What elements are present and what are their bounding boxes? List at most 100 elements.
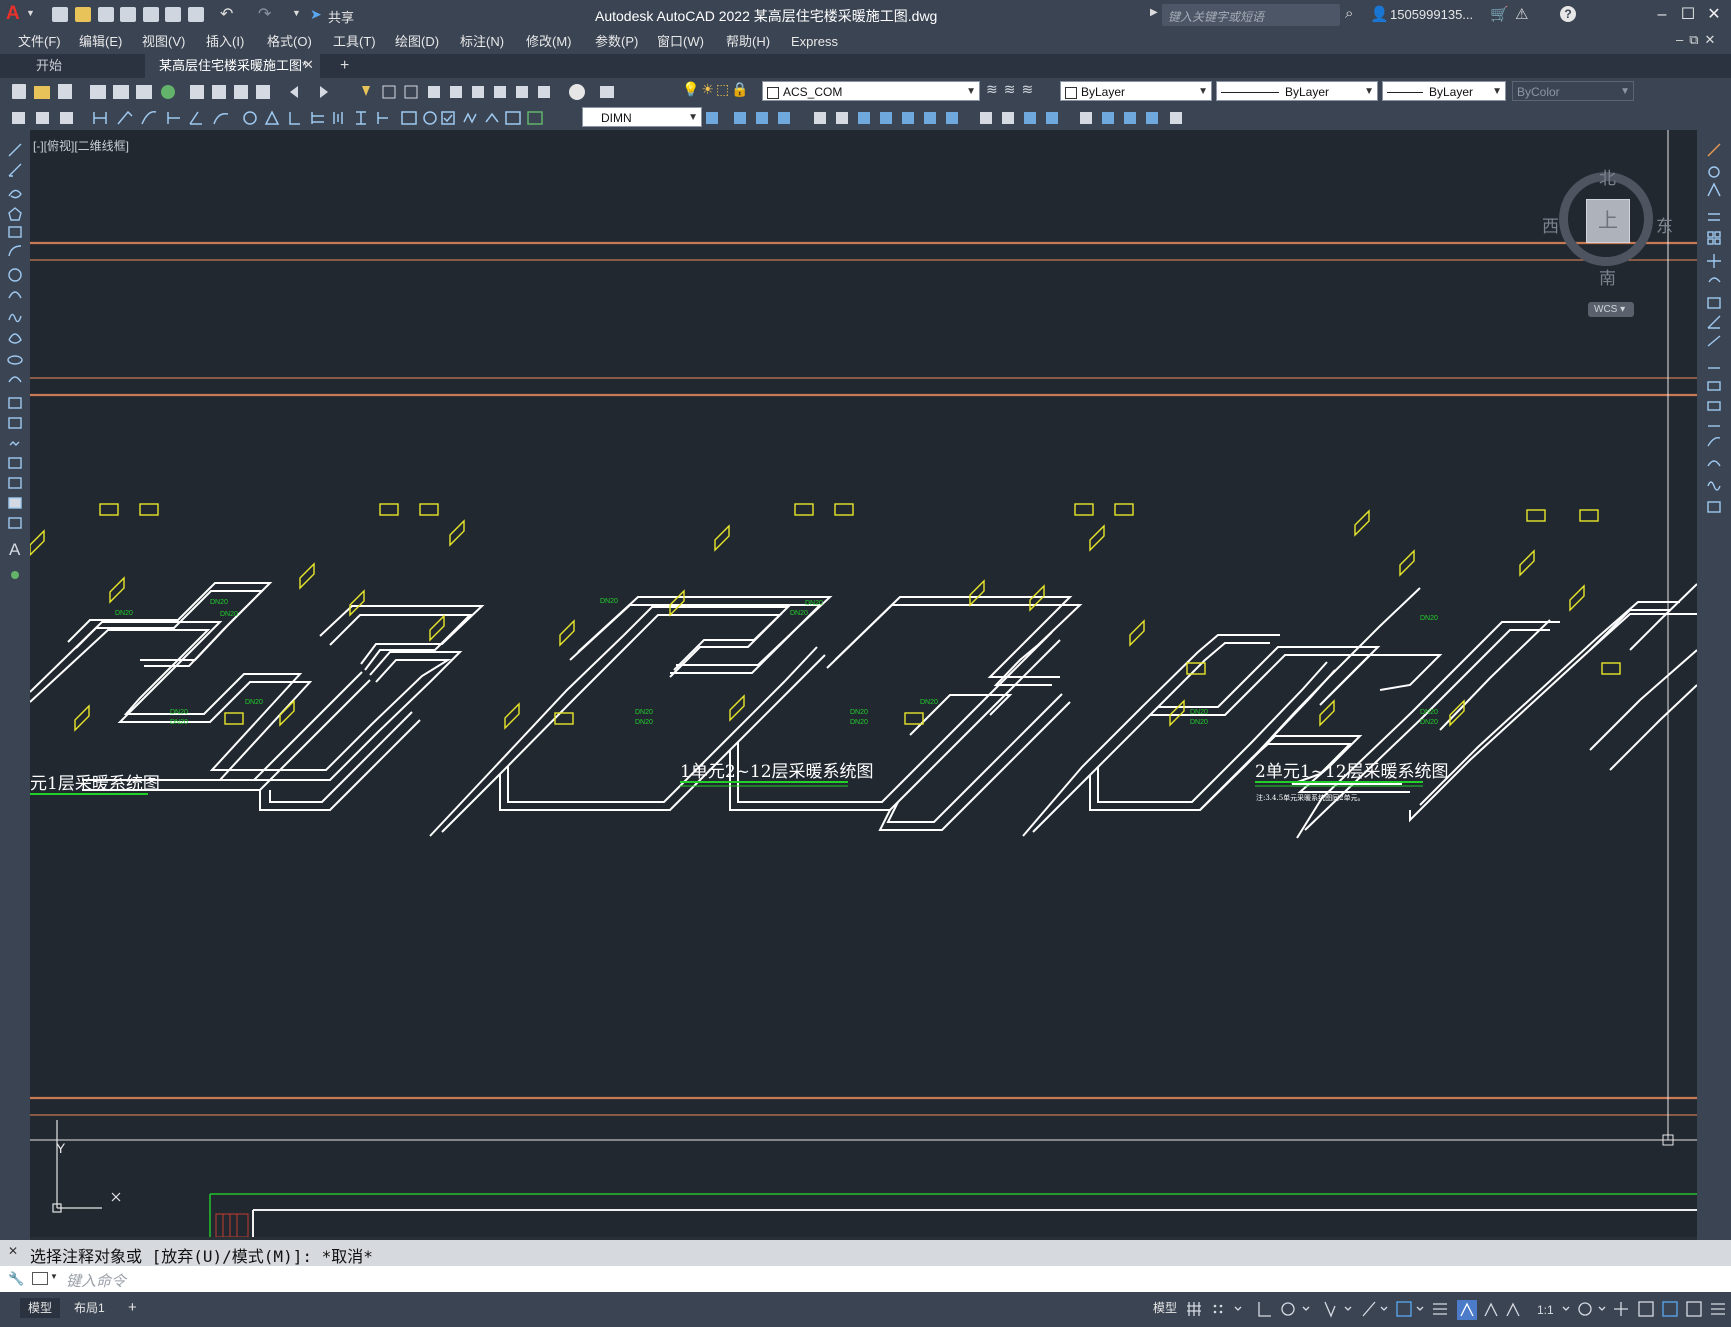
dimension-toolbar: DIMN ▼: [0, 104, 1731, 130]
command-input-placeholder: 键入命令: [66, 1273, 127, 1290]
search-icon[interactable]: ⌕: [1345, 5, 1353, 22]
menu-express[interactable]: Express: [791, 30, 838, 54]
viewcube-south[interactable]: 南: [1599, 264, 1616, 289]
search-input[interactable]: 键入关键字或短语: [1162, 4, 1340, 26]
new-tab-button[interactable]: +: [330, 54, 359, 78]
save-icon[interactable]: [98, 7, 114, 22]
drawing-canvas[interactable]: DN20 DN20 DN20 DN20 DN20 DN20 DN20 DN20 …: [30, 130, 1697, 1237]
menu-dimension[interactable]: 标注(N): [460, 30, 504, 54]
layer-state-icons[interactable]: 💡☀⬚🔒: [682, 81, 751, 98]
plotstyle-dropdown[interactable]: ByColor ▼: [1512, 81, 1634, 101]
chevron-down-icon: ▼: [688, 112, 698, 123]
command-input[interactable]: 🔧 ▼ 键入命令: [0, 1266, 1731, 1292]
layer-dropdown[interactable]: ACS_COM ▼: [762, 81, 980, 101]
open-file-icon[interactable]: [75, 7, 91, 22]
modify-tools-icons[interactable]: [704, 108, 1214, 128]
dimstyle-dropdown[interactable]: DIMN ▼: [582, 107, 702, 127]
new-file-icon[interactable]: [52, 7, 68, 22]
undo-icon[interactable]: ↶: [220, 4, 233, 24]
modify-toolbar: [1697, 130, 1731, 1240]
search-placeholder: 键入关键字或短语: [1168, 10, 1265, 24]
tab-close-icon[interactable]: ✕: [303, 57, 314, 73]
caption-note: 注:3.4.5单元采暖系统图同2单元。: [1256, 793, 1365, 802]
save-as-icon[interactable]: [120, 7, 136, 22]
command-close-icon[interactable]: ✕: [8, 1244, 18, 1258]
menu-edit[interactable]: 编辑(E): [79, 30, 122, 54]
redo-icon[interactable]: ↷: [258, 4, 271, 24]
open-web-icon[interactable]: [143, 7, 159, 22]
draw-tools-icons[interactable]: A: [0, 130, 30, 600]
tab-model[interactable]: 模型: [20, 1298, 61, 1318]
chevron-down-icon: ▼: [1620, 86, 1630, 97]
doc-window-controls[interactable]: –⧉✕: [1676, 32, 1721, 48]
cart-icon[interactable]: 🛒: [1490, 5, 1509, 23]
menu-insert[interactable]: 插入(I): [206, 30, 244, 54]
tab-start[interactable]: 开始: [0, 54, 125, 78]
help-icon[interactable]: ?: [1560, 6, 1576, 22]
tab-drawing[interactable]: 某高层住宅楼采暖施工图*: [145, 54, 320, 78]
svg-text:DN20: DN20: [850, 719, 868, 726]
svg-text:DN20: DN20: [1190, 709, 1208, 716]
color-dropdown[interactable]: ByLayer ▼: [1060, 81, 1212, 101]
svg-text:DN20: DN20: [245, 699, 263, 706]
viewcube-north[interactable]: 北: [1599, 164, 1616, 189]
menu-modify[interactable]: 修改(M): [526, 30, 572, 54]
chevron-down-icon[interactable]: ▼: [50, 1272, 58, 1281]
linetype-dropdown[interactable]: ByLayer ▼: [1216, 81, 1378, 101]
autodesk-app-icon[interactable]: ⚠: [1515, 5, 1528, 23]
viewcube-top-face[interactable]: 上: [1586, 199, 1630, 243]
radiator-symbols: [30, 503, 1621, 732]
maximize-button[interactable]: ☐: [1676, 4, 1700, 26]
dimension-tools-icons[interactable]: [8, 108, 578, 128]
command-recent-icon[interactable]: [32, 1272, 48, 1285]
menu-window[interactable]: 窗口(W): [657, 30, 704, 54]
model-space-button[interactable]: 模型: [1145, 1298, 1185, 1318]
chevron-down-icon: ▼: [1198, 86, 1208, 97]
app-menu-dropdown-icon[interactable]: ▼: [26, 8, 35, 18]
standard-tools-icons[interactable]: [10, 82, 670, 102]
autocad-logo-icon[interactable]: A: [6, 4, 24, 24]
add-layout-button[interactable]: +: [120, 1298, 145, 1318]
menu-view[interactable]: 视图(V): [142, 30, 185, 54]
menu-file[interactable]: 文件(F): [18, 30, 61, 54]
lineweight-dropdown[interactable]: ByLayer ▼: [1382, 81, 1506, 101]
command-history-text: 选择注释对象或 [放弃(U)/模式(M)]: *取消*: [30, 1247, 373, 1266]
tab-layout1[interactable]: 布局1: [66, 1298, 113, 1318]
qat-customize-icon[interactable]: ▼: [292, 8, 301, 18]
status-toggle-icons[interactable]: 1:1: [1185, 1298, 1731, 1322]
user-icon[interactable]: 👤: [1370, 5, 1389, 23]
viewcube[interactable]: 上 北 南 西 东: [1542, 158, 1673, 288]
menu-tools[interactable]: 工具(T): [333, 30, 376, 54]
lower-drawing-frame: [209, 1193, 1697, 1237]
menu-bar: [0, 30, 1731, 54]
modify-side-icons[interactable]: [1697, 130, 1731, 550]
caption-right: 2单元1~12层采暖系统图: [1255, 762, 1449, 782]
viewcube-east[interactable]: 东: [1656, 212, 1673, 237]
save-web-icon[interactable]: [165, 7, 181, 22]
share-icon[interactable]: ➤: [310, 6, 322, 23]
viewcube-west[interactable]: 西: [1542, 212, 1559, 237]
svg-text:DN20: DN20: [805, 600, 823, 607]
menu-help[interactable]: 帮助(H): [726, 30, 770, 54]
menu-draw[interactable]: 绘图(D): [395, 30, 439, 54]
close-button[interactable]: ✕: [1702, 4, 1726, 26]
lineweight-value: ByLayer: [1429, 85, 1474, 99]
svg-text:DN20: DN20: [850, 709, 868, 716]
minimize-button[interactable]: –: [1650, 4, 1674, 26]
layer-tools-icons[interactable]: ≋≋≋: [986, 81, 1039, 98]
building-outline-lines: [30, 241, 1697, 1116]
viewport-label[interactable]: [-][俯视][二维线框]: [33, 137, 129, 154]
search-expand-icon[interactable]: ▶: [1150, 7, 1158, 18]
user-name[interactable]: 1505999135...: [1390, 7, 1473, 22]
svg-text:DN20: DN20: [1420, 615, 1438, 622]
command-settings-icon[interactable]: 🔧: [8, 1271, 24, 1287]
menu-parametric[interactable]: 参数(P): [595, 30, 638, 54]
layer-value: ACS_COM: [783, 85, 843, 99]
svg-text:DN20: DN20: [1420, 719, 1438, 726]
wcs-menu-button[interactable]: WCS ▾: [1588, 302, 1634, 317]
svg-text:DN20: DN20: [220, 611, 238, 618]
plot-icon[interactable]: [188, 7, 204, 22]
menu-format[interactable]: 格式(O): [267, 30, 312, 54]
svg-text:DN20: DN20: [790, 610, 808, 617]
share-button[interactable]: 共享: [328, 7, 354, 26]
